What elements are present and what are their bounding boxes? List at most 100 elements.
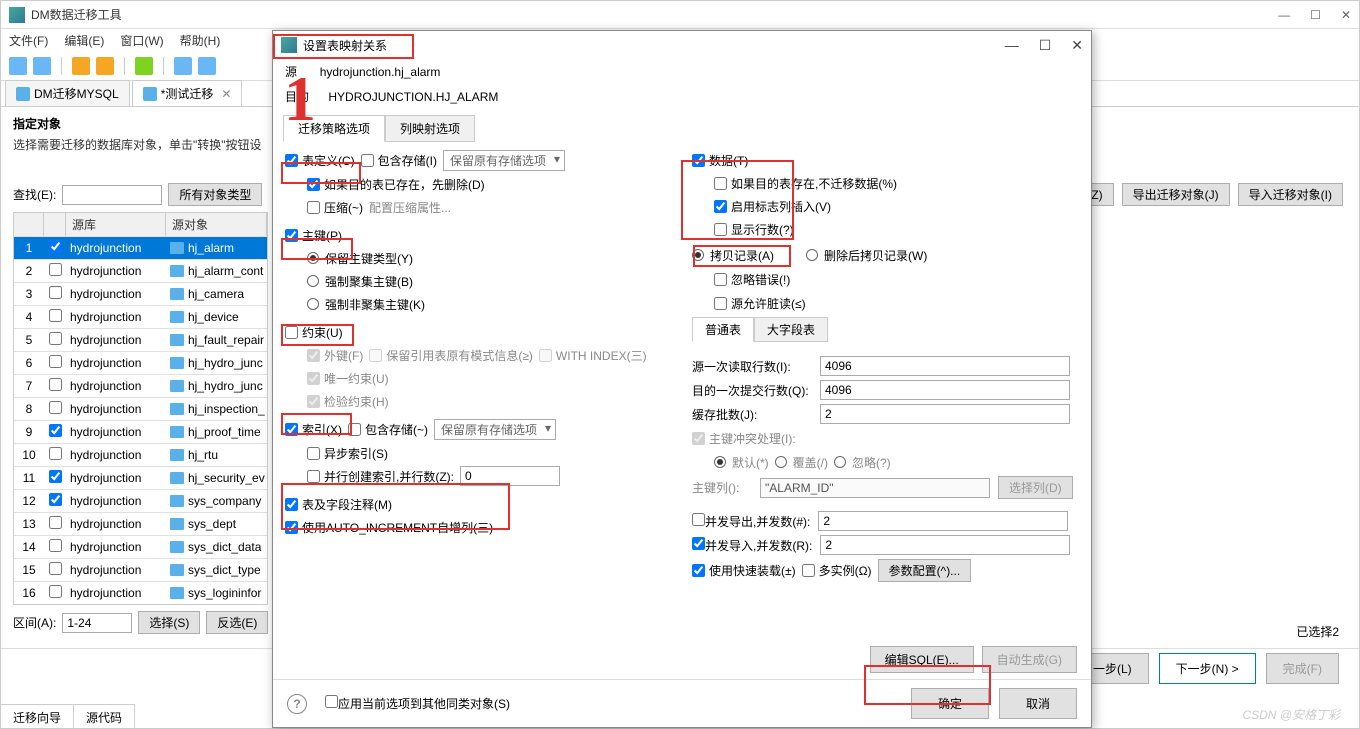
open-icon[interactable] bbox=[72, 57, 90, 75]
help-icon[interactable]: ? bbox=[287, 694, 307, 714]
comment-check[interactable]: 表及字段注释(M) bbox=[285, 496, 392, 513]
table-row[interactable]: 2hydrojunctionhj_alarm_cont bbox=[14, 259, 267, 282]
table-row[interactable]: 9hydrojunctionhj_proof_time bbox=[14, 420, 267, 443]
par-export-check[interactable]: 并发导出,并发数(#): bbox=[692, 513, 810, 530]
table-row[interactable]: 4hydrojunctionhj_device bbox=[14, 305, 267, 328]
menu-edit[interactable]: 编辑(E) bbox=[64, 32, 104, 49]
table-row[interactable]: 14hydrojunctionsys_dict_data bbox=[14, 535, 267, 558]
keep-store-dropdown[interactable]: 保留原有存储选项 bbox=[443, 150, 565, 171]
row-check[interactable] bbox=[49, 493, 62, 506]
multi-inst-check[interactable]: 多实例(Ω) bbox=[802, 562, 872, 579]
cache-batch-input[interactable] bbox=[820, 404, 1070, 424]
ok-button[interactable]: 确定 bbox=[911, 688, 989, 719]
back-icon[interactable] bbox=[174, 57, 192, 75]
table-row[interactable]: 3hydrojunctionhj_camera bbox=[14, 282, 267, 305]
autoinc-check[interactable]: 使用AUTO_INCREMENT自增列(三) bbox=[285, 519, 493, 536]
del-after-radio[interactable] bbox=[806, 249, 818, 261]
src-fetch-input[interactable] bbox=[820, 356, 1070, 376]
import-migrate-button[interactable]: 导入迁移对象(I) bbox=[1238, 183, 1343, 206]
enable-ident-check[interactable]: 启用标志列插入(V) bbox=[714, 198, 831, 215]
copy-rec-radio[interactable] bbox=[692, 249, 704, 261]
src-dirty-check[interactable]: 源允许脏读(≤) bbox=[714, 295, 806, 312]
export-migrate-button[interactable]: 导出迁移对象(J) bbox=[1122, 183, 1230, 206]
tab-migrate-mysql[interactable]: DM迁移MYSQL bbox=[5, 80, 130, 106]
row-check[interactable] bbox=[49, 332, 62, 345]
force-noncluster-radio[interactable] bbox=[307, 298, 319, 310]
edit-sql-button[interactable]: 编辑SQL(E)... bbox=[870, 646, 974, 673]
save-icon[interactable] bbox=[9, 57, 27, 75]
dst-commit-input[interactable] bbox=[820, 380, 1070, 400]
close-icon[interactable]: ✕ bbox=[1341, 8, 1351, 22]
th-source-obj[interactable]: 源对象 bbox=[166, 213, 267, 236]
menu-file[interactable]: 文件(F) bbox=[9, 32, 48, 49]
par-export-input[interactable] bbox=[818, 511, 1068, 531]
keep-store2-dropdown[interactable]: 保留原有存储选项 bbox=[434, 419, 556, 440]
row-check[interactable] bbox=[49, 286, 62, 299]
deselect-button[interactable]: 反选(E) bbox=[206, 611, 268, 634]
menu-help[interactable]: 帮助(H) bbox=[180, 32, 221, 49]
row-check[interactable] bbox=[49, 240, 62, 253]
par-import-input[interactable] bbox=[820, 535, 1070, 555]
table-row[interactable]: 15hydrojunctionsys_dict_type bbox=[14, 558, 267, 581]
tab-large-table[interactable]: 大字段表 bbox=[754, 317, 828, 342]
async-idx-check[interactable]: 异步索引(S) bbox=[307, 445, 388, 462]
data-check[interactable]: 数据(T) bbox=[692, 152, 748, 169]
all-types-button[interactable]: 所有对象类型 bbox=[168, 183, 262, 206]
tabledef-check[interactable]: 表定义(C) bbox=[285, 152, 355, 169]
table-row[interactable]: 8hydrojunctionhj_inspection_ bbox=[14, 397, 267, 420]
row-check[interactable] bbox=[49, 516, 62, 529]
row-check[interactable] bbox=[49, 378, 62, 391]
home-icon[interactable] bbox=[198, 57, 216, 75]
dialog-minimize-icon[interactable]: — bbox=[1005, 37, 1019, 53]
row-check[interactable] bbox=[49, 263, 62, 276]
row-check[interactable] bbox=[49, 447, 62, 460]
apply-all-check[interactable]: 应用当前选项到其他同类对象(S) bbox=[325, 695, 510, 712]
row-check[interactable] bbox=[49, 470, 62, 483]
constraint-check[interactable]: 约束(U) bbox=[285, 324, 343, 341]
par-import-check[interactable]: 并发导入,并发数(R): bbox=[692, 537, 812, 554]
row-check[interactable] bbox=[49, 355, 62, 368]
row-check[interactable] bbox=[49, 309, 62, 322]
tab-normal-table[interactable]: 普通表 bbox=[692, 317, 754, 342]
tab-source-code[interactable]: 源代码 bbox=[74, 705, 135, 728]
menu-window[interactable]: 窗口(W) bbox=[120, 32, 163, 49]
table-row[interactable]: 11hydrojunctionhj_security_ev bbox=[14, 466, 267, 489]
force-cluster-radio[interactable] bbox=[307, 275, 319, 287]
table-row[interactable]: 10hydrojunctionhj_rtu bbox=[14, 443, 267, 466]
dialog-maximize-icon[interactable]: ☐ bbox=[1039, 37, 1052, 54]
find-input[interactable] bbox=[62, 185, 162, 205]
row-check[interactable] bbox=[49, 585, 62, 598]
tab-close-icon[interactable]: ✕ bbox=[221, 87, 231, 101]
folder-icon[interactable] bbox=[96, 57, 114, 75]
table-row[interactable]: 13hydrojunctionsys_dept bbox=[14, 512, 267, 535]
tab-test-migrate[interactable]: *测试迁移✕ bbox=[132, 80, 243, 106]
run-icon[interactable] bbox=[135, 57, 153, 75]
row-check[interactable] bbox=[49, 401, 62, 414]
param-cfg-button[interactable]: 参数配置(^)... bbox=[878, 559, 972, 582]
table-row[interactable]: 6hydrojunctionhj_hydro_junc bbox=[14, 351, 267, 374]
pk-check[interactable]: 主键(P) bbox=[285, 227, 342, 244]
table-row[interactable]: 1hydrojunctionhj_alarm bbox=[14, 236, 267, 259]
tab-migrate-wizard[interactable]: 迁移向导 bbox=[1, 705, 74, 728]
inc-store2-check[interactable]: 包含存储(~) bbox=[348, 421, 428, 438]
table-row[interactable]: 12hydrojunctionsys_company bbox=[14, 489, 267, 512]
th-source-lib[interactable]: 源库 bbox=[66, 213, 166, 236]
save-all-icon[interactable] bbox=[33, 57, 51, 75]
table-row[interactable]: 5hydrojunctionhj_fault_repair bbox=[14, 328, 267, 351]
table-row[interactable]: 7hydrojunctionhj_hydro_junc bbox=[14, 374, 267, 397]
next-button[interactable]: 下一步(N) > bbox=[1159, 653, 1256, 684]
fast-load-check[interactable]: 使用快速装载(±) bbox=[692, 562, 796, 579]
dialog-close-icon[interactable]: ✕ bbox=[1071, 37, 1083, 54]
maximize-icon[interactable]: ☐ bbox=[1310, 8, 1321, 22]
if-exists2-check[interactable]: 如果目的表存在,不迁移数据(%) bbox=[714, 175, 897, 192]
inc-store-check[interactable]: 包含存储(I) bbox=[361, 152, 437, 169]
index-check[interactable]: 索引(X) bbox=[285, 421, 342, 438]
select-button[interactable]: 选择(S) bbox=[138, 611, 200, 634]
ignore-err-check[interactable]: 忽略错误(!) bbox=[714, 271, 790, 288]
row-check[interactable] bbox=[49, 424, 62, 437]
row-check[interactable] bbox=[49, 539, 62, 552]
tab-column-map[interactable]: 列映射选项 bbox=[385, 115, 475, 142]
show-rows-check[interactable]: 显示行数(?) bbox=[714, 221, 794, 238]
compress-check[interactable]: 压缩(~) bbox=[307, 199, 363, 216]
row-check[interactable] bbox=[49, 562, 62, 575]
